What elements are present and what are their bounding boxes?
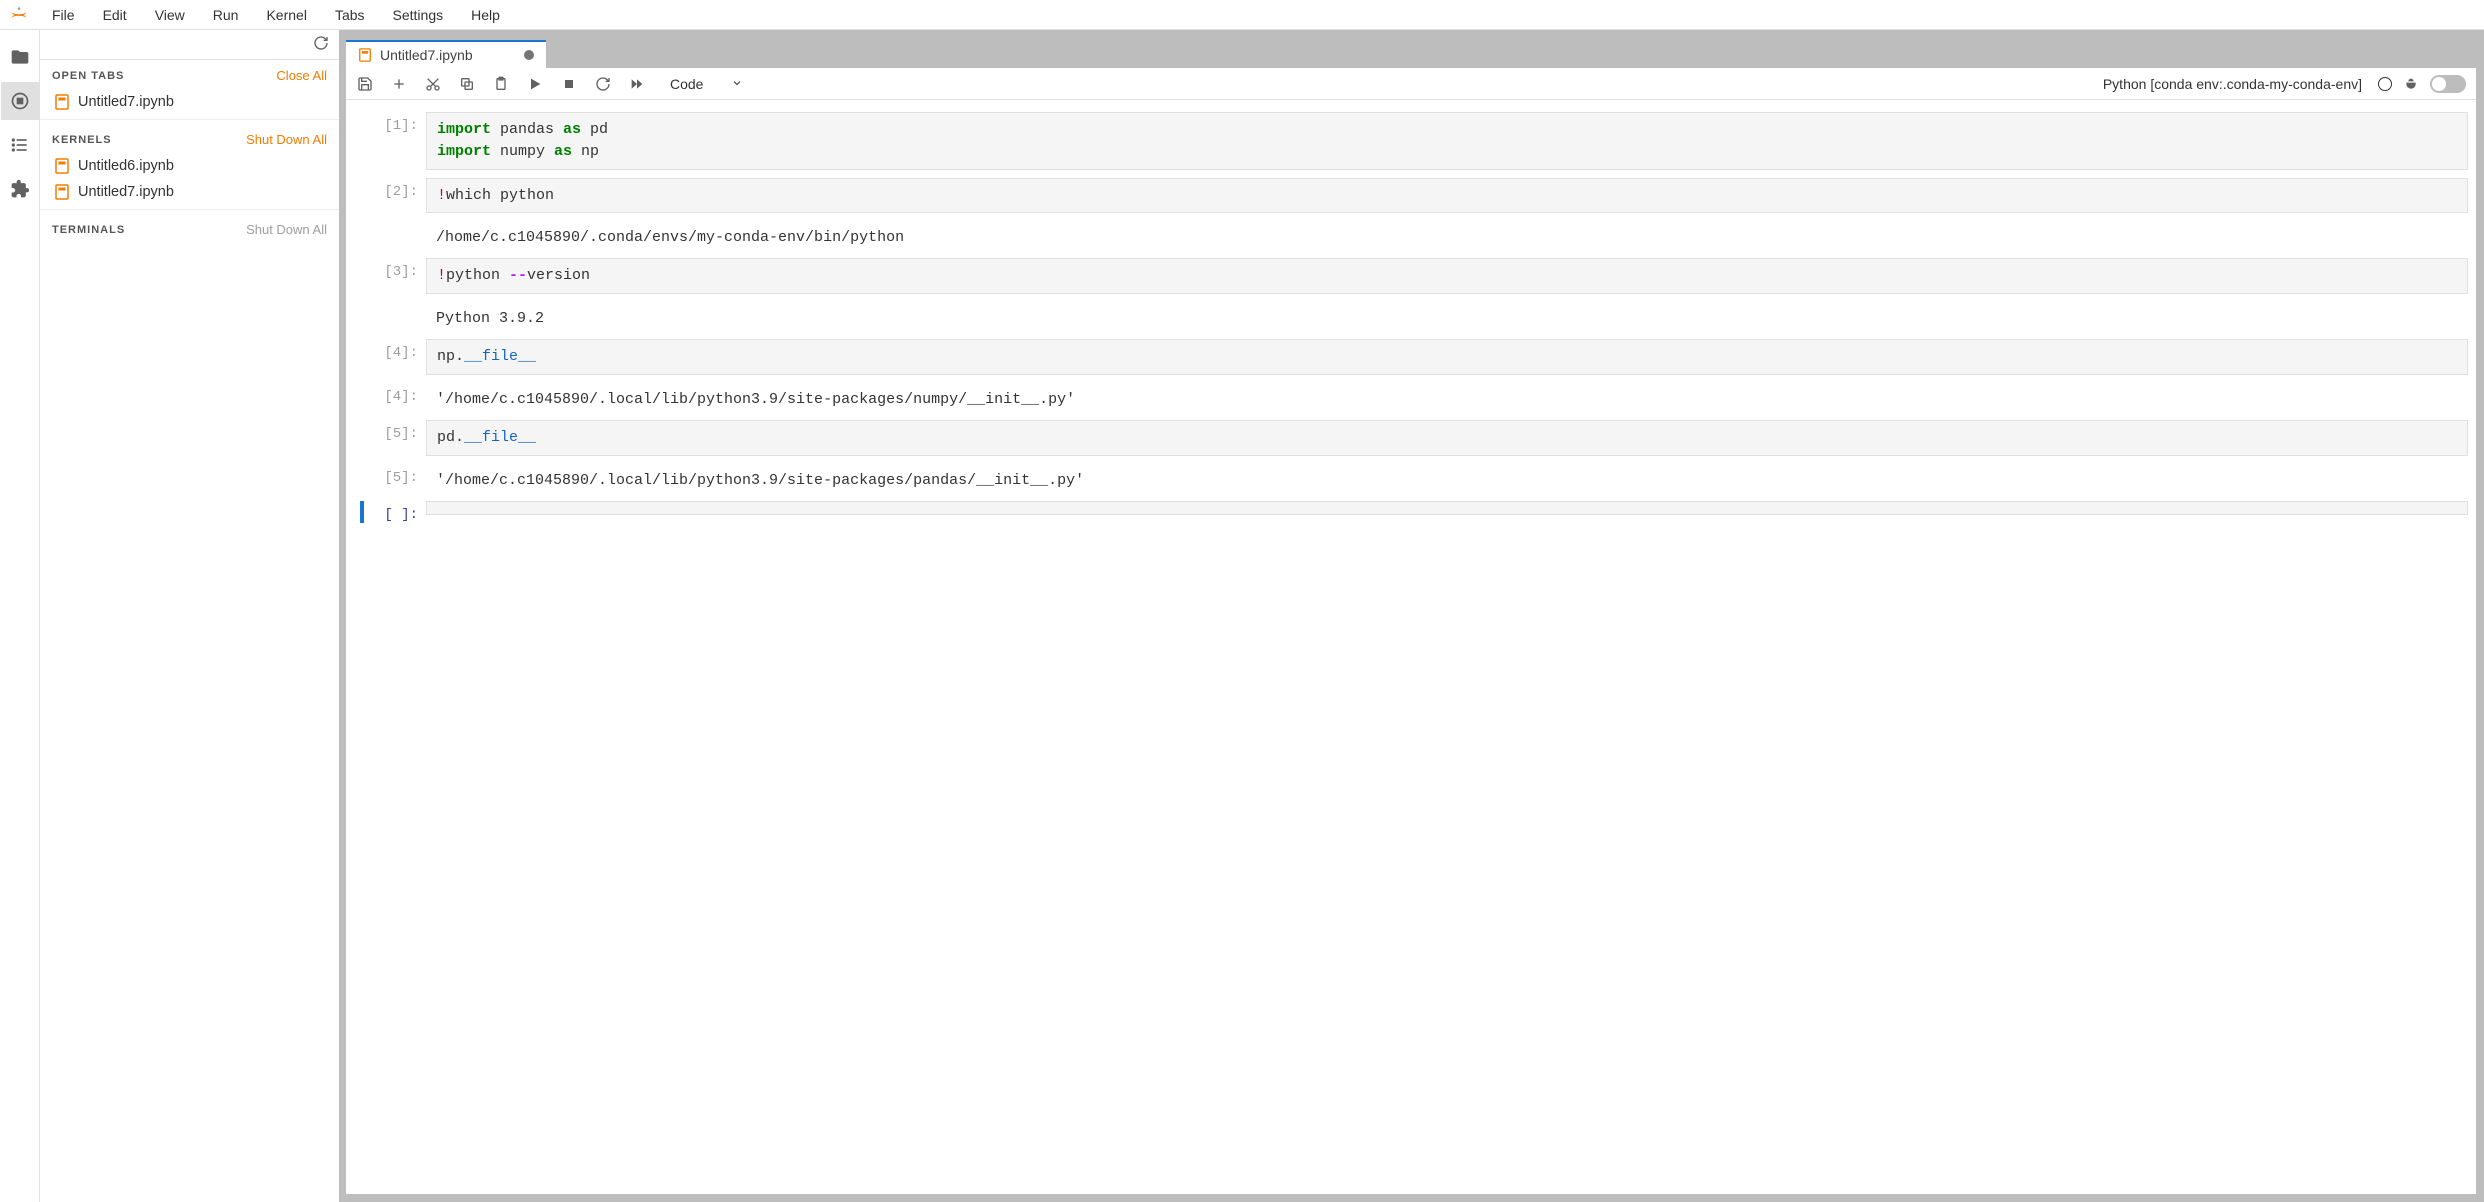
input-prompt: [4]: <box>370 339 426 375</box>
notebook-tab[interactable]: Untitled7.ipynb <box>346 40 546 68</box>
file-browser-tab[interactable] <box>1 38 39 76</box>
code-cell[interactable]: [5]:pd.__file__ <box>354 420 2468 456</box>
notebook-icon <box>358 48 372 62</box>
menu-help[interactable]: Help <box>457 3 514 27</box>
cell-type-label: Code <box>670 76 703 92</box>
code-cell[interactable]: [3]:!python --version <box>354 258 2468 294</box>
output-text: '/home/c.c1045890/.local/lib/python3.9/s… <box>426 383 2468 412</box>
save-button[interactable] <box>356 75 374 93</box>
code-input[interactable]: import pandas as pd import numpy as np <box>426 112 2468 170</box>
kernel-item[interactable]: Untitled7.ipynb <box>40 179 339 205</box>
running-tab[interactable] <box>1 82 39 120</box>
open-tab-item[interactable]: Untitled7.ipynb <box>40 89 339 115</box>
input-prompt: [1]: <box>370 112 426 170</box>
menu-edit[interactable]: Edit <box>89 3 141 27</box>
close-all-button[interactable]: Close All <box>276 68 327 83</box>
tab-title: Untitled7.ipynb <box>380 47 516 63</box>
shut-down-all-kernels-button[interactable]: Shut Down All <box>246 132 327 147</box>
cell-output: [5]:'/home/c.c1045890/.local/lib/python3… <box>354 464 2468 493</box>
code-input[interactable]: np.__file__ <box>426 339 2468 375</box>
code-cell[interactable]: [2]:!which python <box>354 178 2468 214</box>
terminals-header: TERMINALS <box>52 224 125 236</box>
notebook-icon <box>54 94 70 110</box>
running-panel: OPEN TABS Close All Untitled7.ipynb KERN… <box>40 30 340 1202</box>
restart-button[interactable] <box>594 75 612 93</box>
output-prompt <box>370 302 426 331</box>
cell-gutter <box>360 112 364 170</box>
insert-cell-button[interactable] <box>390 75 408 93</box>
notebook-body[interactable]: [1]:import pandas as pd import numpy as … <box>346 100 2476 1194</box>
menu-file[interactable]: File <box>38 3 89 27</box>
input-prompt: [3]: <box>370 258 426 294</box>
jupyter-logo-icon <box>8 4 30 26</box>
input-prompt: [5]: <box>370 420 426 456</box>
menu-tabs[interactable]: Tabs <box>321 3 379 27</box>
extensions-tab[interactable] <box>1 170 39 208</box>
kernel-status-icon <box>2378 77 2392 91</box>
dock-tabs: Untitled7.ipynb <box>346 36 2476 68</box>
notebook-icon <box>54 184 70 200</box>
notebook-toolbar: Code Python [conda env:.conda-my-conda-e… <box>346 68 2476 100</box>
menubar: File Edit View Run Kernel Tabs Settings … <box>0 0 2484 30</box>
output-prompt: [4]: <box>370 383 426 412</box>
cell-gutter <box>360 339 364 375</box>
cell-gutter <box>360 178 364 214</box>
cut-button[interactable] <box>424 75 442 93</box>
activity-bar <box>0 30 40 1202</box>
code-input[interactable] <box>426 501 2468 515</box>
menu-run[interactable]: Run <box>199 3 253 27</box>
chevron-down-icon <box>731 76 743 92</box>
interrupt-button[interactable] <box>560 75 578 93</box>
output-prompt <box>370 221 426 250</box>
menu-settings[interactable]: Settings <box>379 3 458 27</box>
cell-type-dropdown[interactable]: Code <box>662 74 751 94</box>
dock-panel: Untitled7.ipynb Code Python [conda env:.… <box>340 30 2484 1202</box>
cell-output: [4]:'/home/c.c1045890/.local/lib/python3… <box>354 383 2468 412</box>
toc-tab[interactable] <box>1 126 39 164</box>
shut-down-all-terminals-button[interactable]: Shut Down All <box>246 222 327 237</box>
refresh-icon[interactable] <box>313 35 329 54</box>
paste-button[interactable] <box>492 75 510 93</box>
cell-output: Python 3.9.2 <box>354 302 2468 331</box>
open-tabs-header: OPEN TABS <box>52 70 124 82</box>
cell-gutter <box>360 501 364 523</box>
cell-output: /home/c.c1045890/.conda/envs/my-conda-en… <box>354 221 2468 250</box>
debug-icon[interactable] <box>2402 75 2420 93</box>
notebook-icon <box>54 158 70 174</box>
input-prompt: [ ]: <box>370 501 426 523</box>
cell-gutter <box>360 420 364 456</box>
run-button[interactable] <box>526 75 544 93</box>
kernel-item-label: Untitled6.ipynb <box>78 158 174 174</box>
code-input[interactable]: !which python <box>426 178 2468 214</box>
output-text: /home/c.c1045890/.conda/envs/my-conda-en… <box>426 221 2468 250</box>
open-tab-label: Untitled7.ipynb <box>78 94 174 110</box>
code-cell[interactable]: [1]:import pandas as pd import numpy as … <box>354 112 2468 170</box>
code-cell[interactable]: [4]:np.__file__ <box>354 339 2468 375</box>
unsaved-indicator-icon <box>524 50 534 60</box>
kernel-item-label: Untitled7.ipynb <box>78 184 174 200</box>
code-input[interactable]: !python --version <box>426 258 2468 294</box>
cell-gutter <box>360 258 364 294</box>
output-text: Python 3.9.2 <box>426 302 2468 331</box>
kernel-name[interactable]: Python [conda env:.conda-my-conda-env] <box>2103 76 2362 92</box>
copy-button[interactable] <box>458 75 476 93</box>
output-prompt: [5]: <box>370 464 426 493</box>
menu-view[interactable]: View <box>141 3 199 27</box>
restart-run-all-button[interactable] <box>628 75 646 93</box>
code-cell[interactable]: [ ]: <box>354 501 2468 523</box>
output-text: '/home/c.c1045890/.local/lib/python3.9/s… <box>426 464 2468 493</box>
code-input[interactable]: pd.__file__ <box>426 420 2468 456</box>
kernels-header: KERNELS <box>52 134 112 146</box>
kernel-item[interactable]: Untitled6.ipynb <box>40 153 339 179</box>
input-prompt: [2]: <box>370 178 426 214</box>
debug-toggle[interactable] <box>2430 75 2466 93</box>
menu-kernel[interactable]: Kernel <box>252 3 320 27</box>
